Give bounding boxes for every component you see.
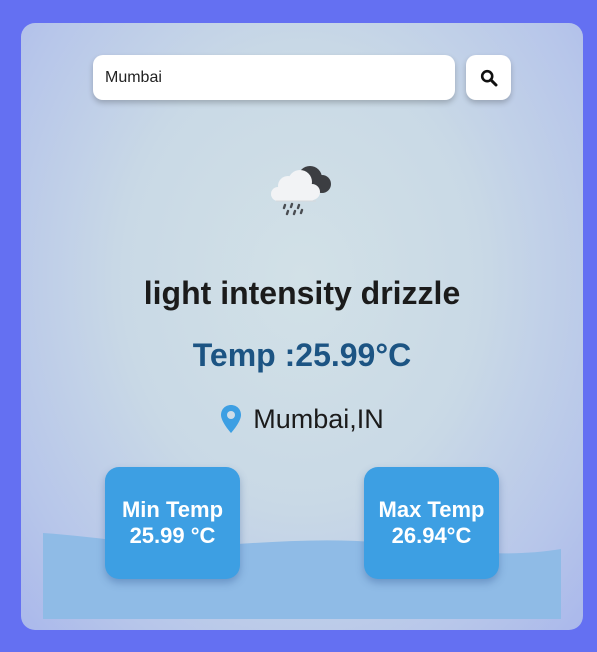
min-temp-label: Min Temp [121, 497, 224, 522]
location-name: Mumbai,IN [253, 404, 384, 434]
temperature-readout: Temp :25.99°C [192, 337, 412, 373]
weather-description: light intensity drizzle [143, 275, 461, 311]
search-button[interactable] [466, 55, 511, 100]
min-temp-card: Min Temp 25.99 °C [105, 467, 240, 579]
max-temp-value: 26.94°C [391, 523, 472, 548]
location-pin-icon [221, 405, 242, 433]
light-rain-cloud-icon [271, 166, 331, 216]
city-search-input[interactable] [93, 55, 455, 100]
weather-card: light intensity drizzle Temp :25.99°C Mu… [21, 23, 583, 630]
search-icon [480, 69, 497, 86]
max-temp-label: Max Temp [378, 497, 485, 522]
min-temp-value: 25.99 °C [129, 523, 216, 548]
max-temp-card: Max Temp 26.94°C [364, 467, 499, 579]
location-row: Mumbai,IN [21, 401, 583, 437]
